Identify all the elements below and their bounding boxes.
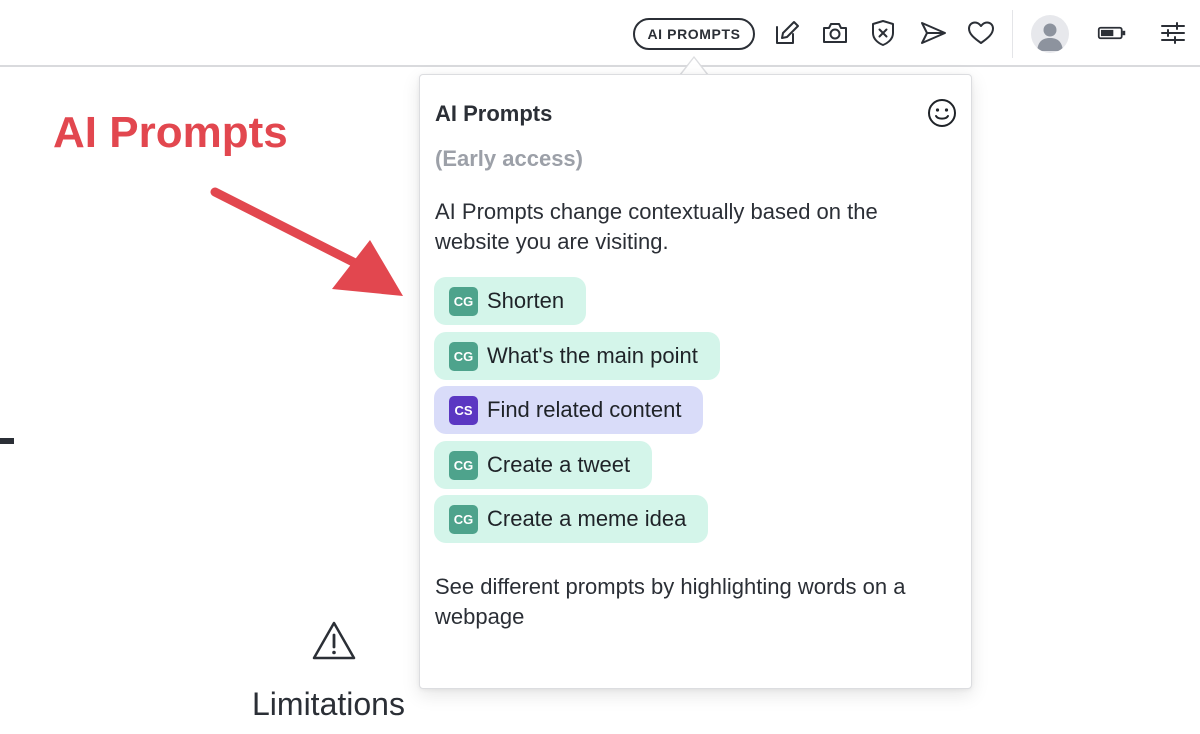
cg-badge: CG bbox=[449, 450, 478, 480]
shield-x-icon[interactable] bbox=[867, 16, 899, 50]
prompt-label: Shorten bbox=[487, 288, 565, 313]
popover-title: AI Prompts bbox=[435, 101, 553, 126]
sliders-icon[interactable] bbox=[1157, 16, 1189, 50]
popover-caret-fill bbox=[681, 58, 707, 75]
send-icon[interactable] bbox=[917, 16, 949, 50]
smiley-icon[interactable] bbox=[926, 97, 958, 129]
warning-icon bbox=[312, 621, 356, 660]
limitations-label: Limitations bbox=[252, 686, 405, 722]
page-fragment bbox=[0, 438, 14, 444]
top-toolbar: AI PROMPTS bbox=[0, 0, 1200, 67]
prompt-main-point[interactable]: CG What's the main point bbox=[434, 332, 720, 380]
prompt-find-related[interactable]: CS Find related content bbox=[434, 386, 704, 434]
battery-icon[interactable] bbox=[1095, 16, 1129, 50]
cg-badge: CG bbox=[449, 504, 478, 534]
prompt-label: Create a meme idea bbox=[487, 506, 687, 531]
prompt-meme-idea[interactable]: CG Create a meme idea bbox=[434, 495, 709, 543]
prompt-label: Create a tweet bbox=[487, 452, 631, 477]
ai-prompts-button[interactable]: AI PROMPTS bbox=[633, 18, 755, 50]
annotation-title: AI Prompts bbox=[53, 108, 288, 157]
heart-icon[interactable] bbox=[965, 16, 997, 50]
ai-prompts-popover: AI Prompts (Early access) AI Prompts cha… bbox=[419, 74, 972, 689]
camera-icon[interactable] bbox=[819, 16, 851, 50]
annotation-arrow-icon bbox=[210, 187, 403, 296]
prompt-create-tweet[interactable]: CG Create a tweet bbox=[434, 441, 653, 489]
toolbar-divider bbox=[1012, 10, 1013, 58]
avatar[interactable] bbox=[1031, 15, 1069, 53]
cg-badge: CG bbox=[449, 341, 478, 371]
cg-badge: CG bbox=[449, 286, 478, 316]
early-access-label: (Early access) bbox=[435, 146, 583, 171]
prompt-label: What's the main point bbox=[487, 343, 698, 368]
cs-badge: CS bbox=[449, 395, 478, 425]
popover-footer-hint: See different prompts by highlighting wo… bbox=[435, 574, 906, 629]
prompt-label: Find related content bbox=[487, 397, 682, 422]
edit-icon[interactable] bbox=[771, 16, 803, 50]
popover-description: AI Prompts change contextually based on … bbox=[435, 199, 878, 254]
prompt-shorten[interactable]: CG Shorten bbox=[434, 277, 587, 325]
